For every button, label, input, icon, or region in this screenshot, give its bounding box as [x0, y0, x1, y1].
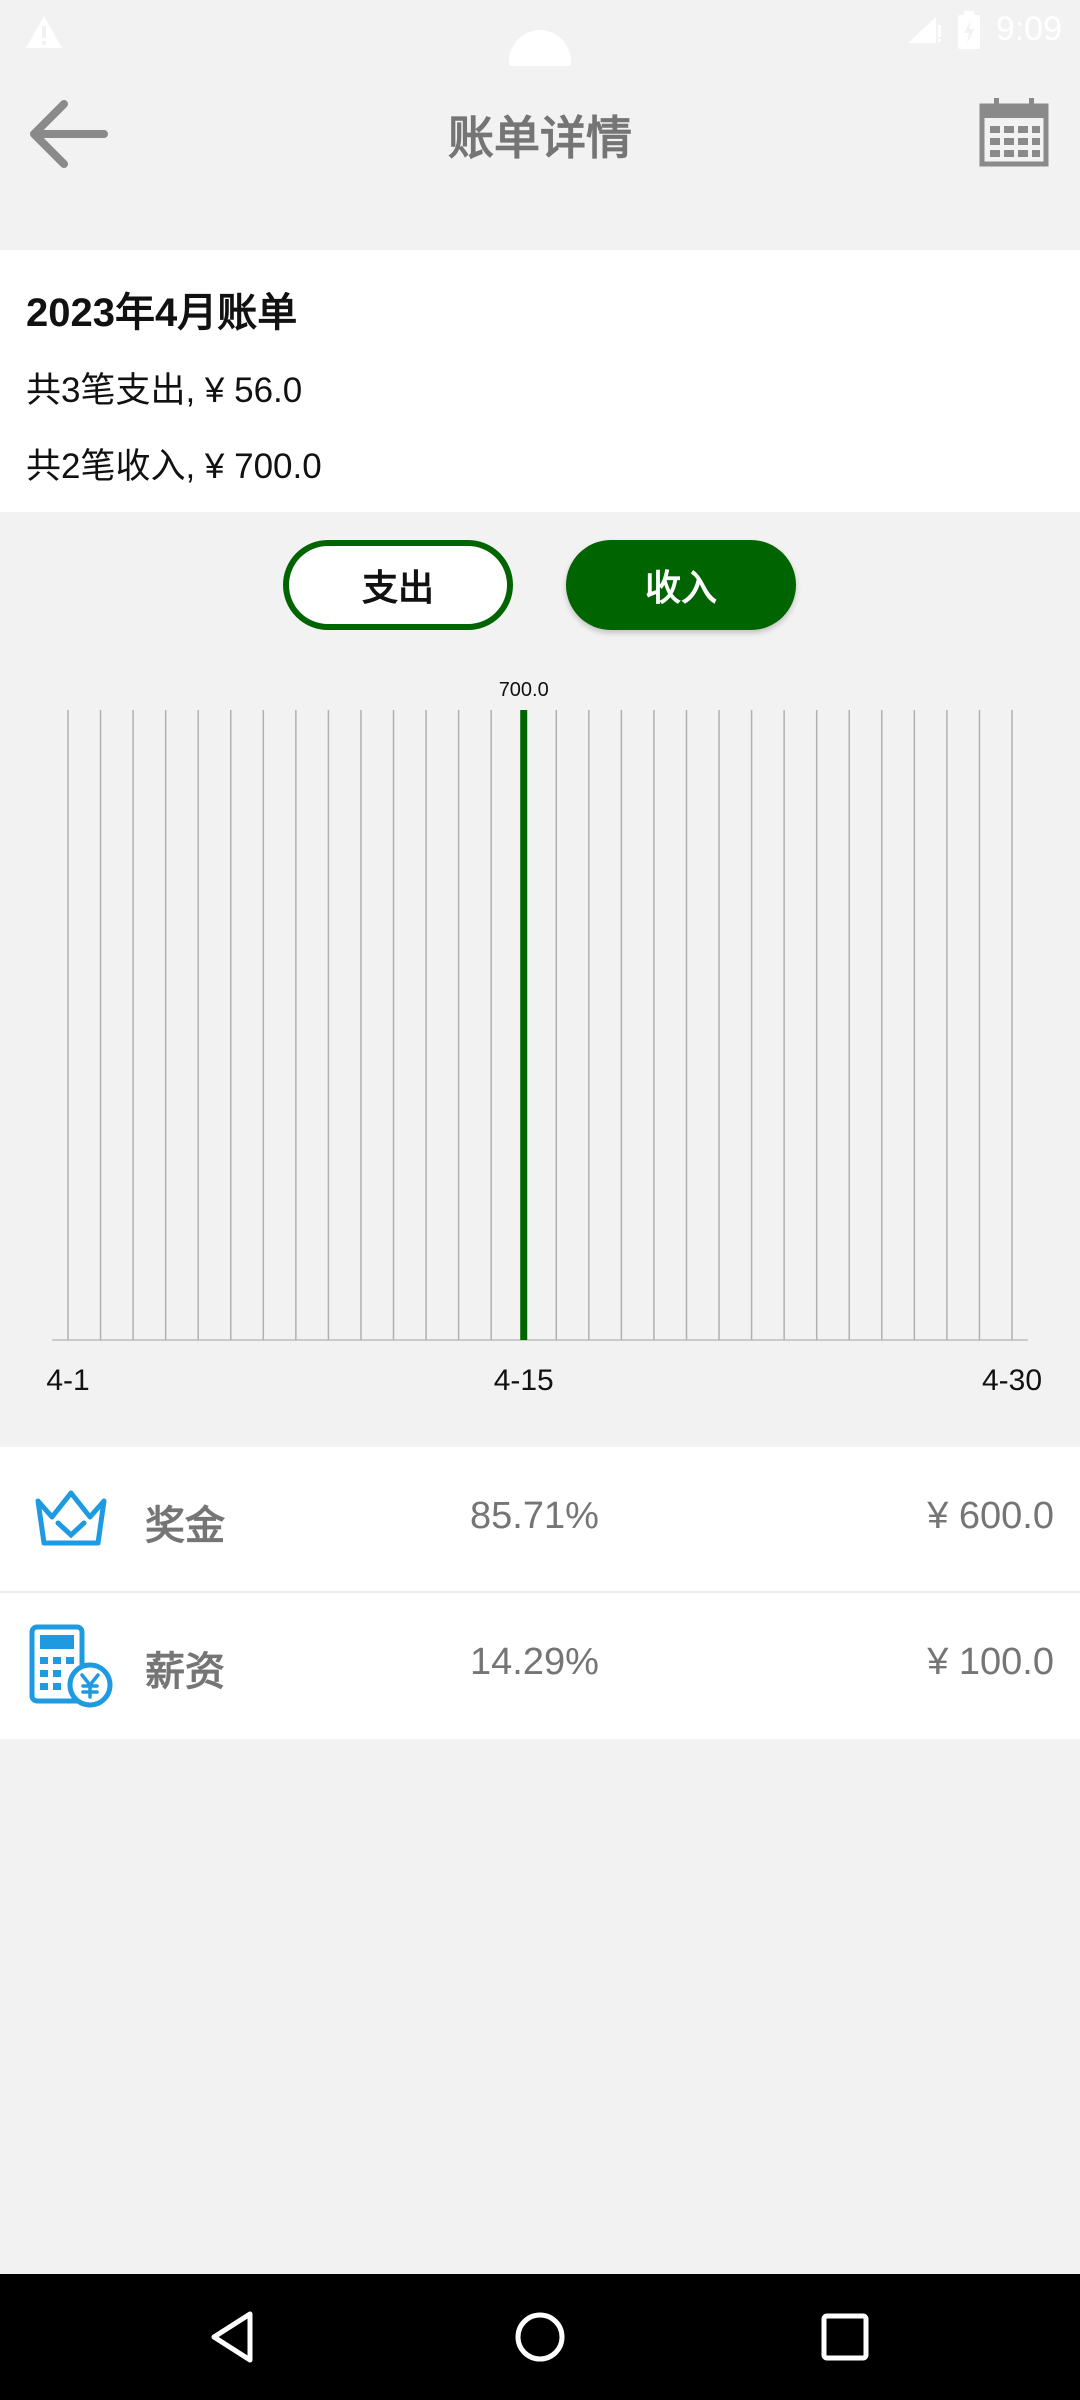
daily-income-chart: 700.0 4-1 4-15 4-30	[0, 660, 1080, 1410]
list-item[interactable]: 薪资 14.29% ¥ 100.0	[0, 1593, 1080, 1739]
nav-back-icon[interactable]	[200, 2302, 270, 2372]
battery-icon	[957, 10, 980, 49]
category-amount: ¥ 100.0	[927, 1641, 1054, 1683]
summary-title: 2023年4月账单	[26, 291, 298, 335]
nav-recents-icon[interactable]	[810, 2302, 880, 2372]
status-bar: 9:09	[0, 0, 1080, 92]
income-tab-button[interactable]: 收入	[566, 540, 796, 630]
nav-home-icon[interactable]	[505, 2302, 575, 2372]
monthly-summary-card: 2023年4月账单 共3笔支出, ¥ 56.0 共2笔收入, ¥ 700.0	[0, 250, 1080, 512]
category-percent: 14.29%	[470, 1641, 599, 1683]
chart-x-tick-label: 4-15	[494, 1364, 554, 1397]
chart-svg: 700.0 4-1 4-15 4-30	[46, 679, 1042, 1397]
list-item[interactable]: 奖金 85.71% ¥ 600.0	[0, 1447, 1080, 1593]
category-list: 奖金 85.71% ¥ 600.0 薪资 14.29% ¥ 100.0	[0, 1447, 1080, 1739]
status-time: 9:09	[995, 10, 1062, 48]
category-name: 薪资	[145, 1650, 225, 1694]
signal-icon	[907, 16, 941, 43]
category-amount: ¥ 600.0	[927, 1495, 1054, 1537]
crown-icon	[35, 1490, 107, 1546]
income-summary: 共2笔收入, ¥ 700.0	[26, 447, 322, 486]
page-title: 账单详情	[448, 112, 632, 164]
calculator-yen-icon	[29, 1624, 113, 1708]
app-header: 账单详情	[0, 66, 1080, 250]
expense-summary: 共3笔支出, ¥ 56.0	[26, 371, 303, 410]
chart-bar	[520, 710, 528, 1340]
warning-icon	[26, 16, 62, 48]
chart-x-tick-label: 4-1	[46, 1364, 89, 1397]
category-name: 奖金	[145, 1504, 225, 1548]
category-percent: 85.71%	[470, 1495, 599, 1537]
chart-data-label: 700.0	[499, 679, 549, 701]
system-nav-bar	[0, 2274, 1080, 2400]
expense-tab-button[interactable]: 支出	[283, 540, 513, 630]
chart-x-tick-label: 4-30	[982, 1364, 1042, 1397]
calendar-icon[interactable]	[978, 96, 1050, 168]
